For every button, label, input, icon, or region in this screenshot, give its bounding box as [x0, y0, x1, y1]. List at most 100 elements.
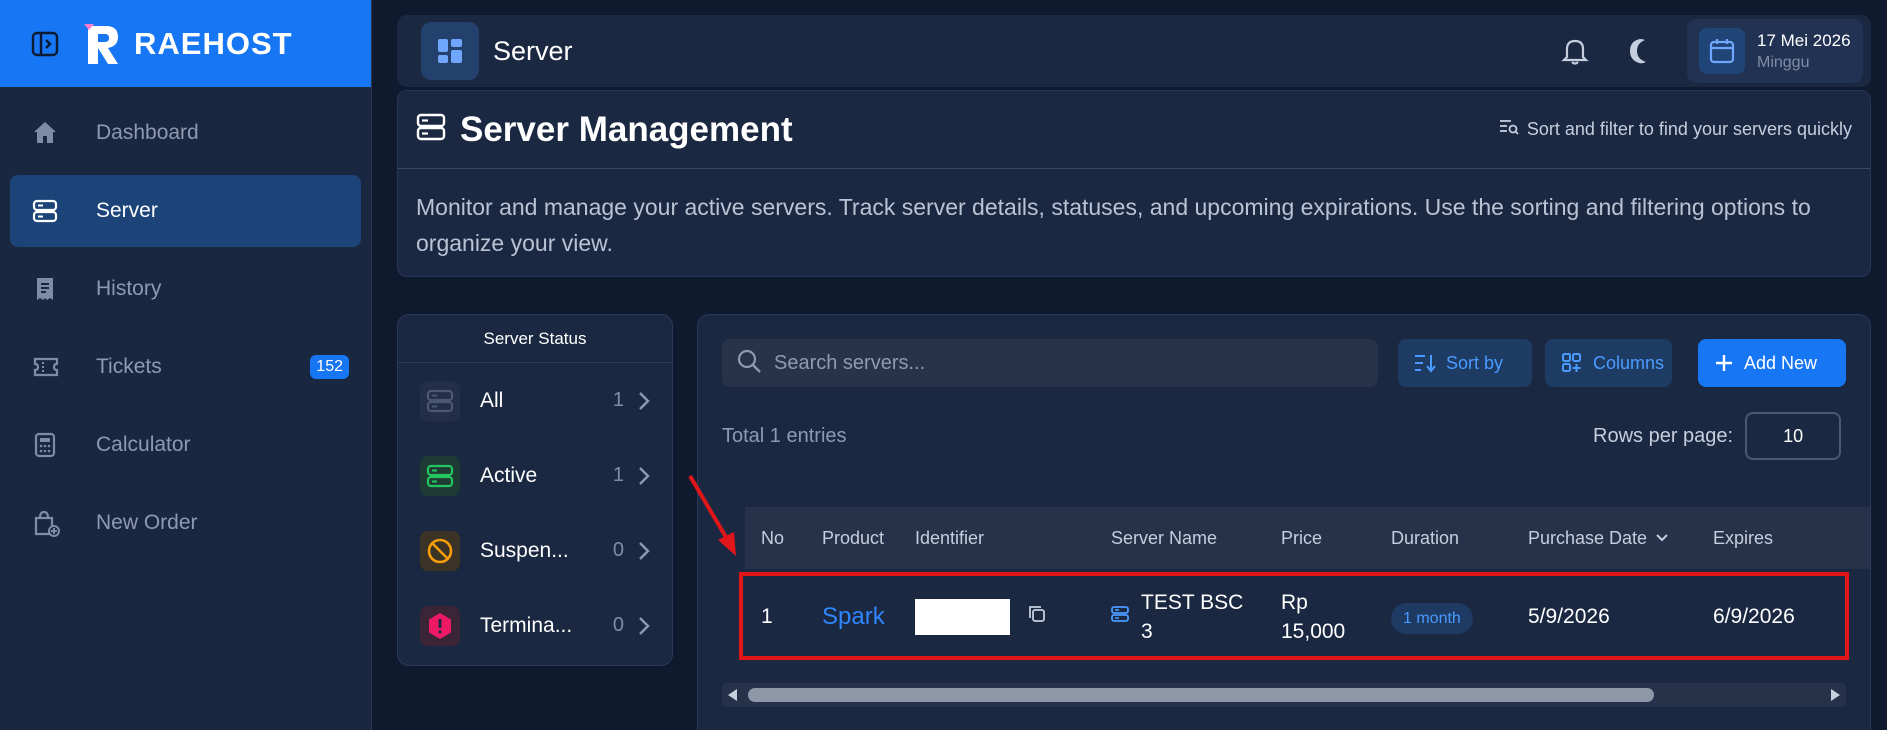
table-header: No Product Identifier Server Name Price … [745, 507, 1870, 569]
search-icon [736, 348, 762, 379]
sidebar-item-new-order[interactable]: New Order [10, 487, 361, 559]
filter-search-icon [1499, 118, 1519, 141]
brand-name: RAEHOST [134, 25, 293, 61]
add-new-button[interactable]: Add New [1698, 339, 1846, 387]
sidebar-item-tickets[interactable]: Tickets 152 [10, 331, 361, 403]
status-filter-terminated[interactable]: Termina... 0 [398, 588, 672, 663]
total-entries: Total 1 entries [722, 425, 847, 447]
row-number: 1 [761, 605, 773, 628]
rows-per-page-select[interactable]: 10 [1745, 412, 1842, 460]
chevron-right-icon [636, 616, 652, 636]
server-table-panel: Sort by Columns Add New Total 1 entries … [697, 314, 1871, 730]
shopping-bag-icon [32, 508, 76, 538]
table-row[interactable]: 1 Spark TEST BSC 3 Rp 15,000 1 month 5/9… [745, 573, 1870, 661]
status-count: 1 [612, 464, 624, 486]
server-small-icon [1111, 605, 1129, 629]
sidebar-item-server[interactable]: Server [10, 175, 361, 247]
top-header: Server 17 Mei 2026 Minggu [397, 15, 1871, 87]
search-input[interactable] [774, 351, 1334, 375]
chevron-right-icon [636, 466, 652, 486]
columns-label: Columns [1593, 352, 1665, 373]
sidebar-toggle-icon[interactable] [30, 29, 60, 59]
status-count: 1 [612, 389, 624, 411]
column-header-server-name[interactable]: Server Name [1111, 528, 1217, 549]
chevron-right-icon [636, 541, 652, 561]
column-header-expires[interactable]: Expires [1713, 528, 1773, 549]
scroll-left-arrow-icon[interactable] [728, 689, 737, 701]
purchase-date-value: 5/9/2026 [1528, 605, 1610, 628]
duration-badge: 1 month [1391, 603, 1473, 634]
plus-icon [1714, 353, 1734, 373]
brand-bar: RAEHOST [0, 0, 371, 87]
sort-by-button[interactable]: Sort by [1398, 339, 1532, 387]
status-label: Termina... [480, 613, 572, 637]
sidebar-item-label: Tickets [96, 355, 162, 378]
management-description: Monitor and manage your active servers. … [416, 194, 1811, 256]
server-active-icon [420, 455, 460, 496]
status-label: All [480, 388, 504, 412]
current-day: Minggu [1757, 53, 1810, 71]
sidebar-item-label: History [96, 277, 162, 300]
columns-button[interactable]: Columns [1545, 339, 1672, 387]
status-filter-suspended[interactable]: Suspen... 0 [398, 513, 672, 588]
add-new-label: Add New [1744, 352, 1818, 373]
server-status-panel: Server Status All 1 Active 1 Suspen... 0… [397, 314, 673, 666]
calendar-icon [1699, 28, 1745, 74]
management-header: Server Management Sort and filter to fin… [398, 91, 1870, 169]
sidebar: RAEHOST Dashboard Server History Tickets… [0, 0, 372, 730]
status-filter-active[interactable]: Active 1 [398, 438, 672, 513]
red-arrow-icon [688, 474, 736, 556]
server-stack-icon [416, 112, 446, 147]
status-filter-all[interactable]: All 1 [398, 363, 672, 438]
search-box [722, 339, 1378, 387]
sidebar-item-label: Server [96, 199, 158, 222]
price-value: Rp 15,000 [1281, 591, 1346, 643]
columns-grid-icon [1561, 352, 1583, 374]
header-actions: 17 Mei 2026 Minggu [1555, 19, 1871, 83]
product-link[interactable]: Spark [822, 603, 885, 631]
status-label: Active [480, 463, 538, 487]
identifier-value [915, 599, 1010, 635]
date-widget: 17 Mei 2026 Minggu [1687, 19, 1863, 83]
alert-octagon-icon [420, 605, 460, 646]
horizontal-scrollbar[interactable] [722, 683, 1846, 707]
management-title: Server Management [460, 109, 793, 149]
receipt-icon [32, 274, 76, 304]
calculator-icon [32, 430, 76, 460]
server-name-value: TEST BSC 3 [1141, 591, 1244, 643]
moon-icon[interactable] [1621, 31, 1661, 71]
raehost-logo-icon[interactable] [80, 22, 122, 66]
status-count: 0 [612, 539, 624, 561]
management-hint: Sort and filter to find your servers qui… [1499, 118, 1852, 141]
sidebar-item-label: New Order [96, 511, 198, 534]
status-label: Suspen... [480, 538, 569, 562]
sidebar-item-label: Dashboard [96, 121, 199, 144]
page-title: Server [493, 35, 573, 66]
sidebar-item-history[interactable]: History [10, 253, 361, 325]
sidebar-nav: Dashboard Server History Tickets 152 Cal… [0, 87, 371, 575]
dashboard-grid-icon [421, 22, 479, 80]
sidebar-item-calculator[interactable]: Calculator [10, 409, 361, 481]
column-header-price[interactable]: Price [1281, 528, 1322, 549]
bell-icon[interactable] [1555, 31, 1595, 71]
scrollbar-thumb[interactable] [748, 688, 1654, 702]
ticket-icon [32, 352, 76, 382]
column-header-product[interactable]: Product [822, 528, 884, 549]
hint-text: Sort and filter to find your servers qui… [1526, 119, 1852, 139]
column-header-identifier[interactable]: Identifier [915, 528, 984, 549]
sidebar-item-dashboard[interactable]: Dashboard [10, 97, 361, 169]
home-icon [32, 118, 76, 148]
copy-icon[interactable] [1028, 605, 1046, 629]
scroll-right-arrow-icon[interactable] [1831, 689, 1840, 701]
status-panel-title: Server Status [398, 315, 672, 363]
server-management-card: Server Management Sort and filter to fin… [397, 90, 1871, 277]
column-header-purchase-date[interactable]: Purchase Date [1528, 528, 1669, 549]
chevron-right-icon [636, 391, 652, 411]
column-header-duration[interactable]: Duration [1391, 528, 1459, 549]
rows-per-page: Rows per page: 10 [1593, 412, 1842, 460]
chevron-down-icon [1655, 533, 1669, 543]
server-name-cell: TEST BSC 3 [1111, 588, 1251, 646]
status-count: 0 [612, 614, 624, 636]
purchase-date-header-label: Purchase Date [1528, 527, 1648, 548]
column-header-no[interactable]: No [761, 528, 784, 549]
